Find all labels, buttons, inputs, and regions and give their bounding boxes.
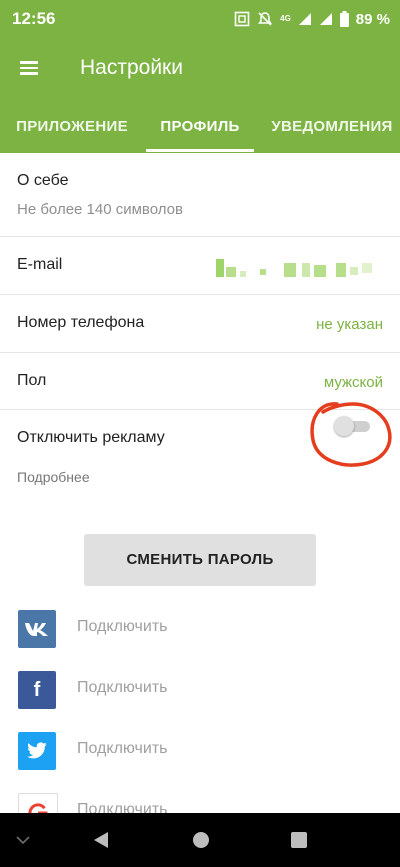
email-row[interactable]: E-mail	[0, 236, 400, 295]
email-label: E-mail	[17, 256, 63, 273]
system-navigation-bar	[0, 813, 400, 867]
status-time: 12:56	[12, 9, 56, 28]
vk-icon	[18, 610, 56, 648]
facebook-icon: f	[18, 671, 56, 709]
email-value-redacted	[216, 259, 376, 277]
profile-settings: О себе Не более 140 символов E-mail Номе…	[0, 153, 400, 813]
annotation-circle	[310, 402, 392, 467]
phone-row[interactable]: Номер телефона не указан	[0, 294, 400, 353]
twitter-icon	[18, 732, 56, 770]
back-icon[interactable]	[86, 813, 116, 867]
gender-label: Пол	[17, 372, 47, 389]
social-google-row[interactable]: Подключить	[0, 789, 400, 813]
network-type: 4G	[280, 14, 291, 23]
more-info-link[interactable]: Подробнее	[17, 469, 90, 485]
signal-icon-1	[298, 12, 312, 26]
disable-ads-label: Отключить рекламу	[17, 429, 165, 446]
vk-connect-label: Подключить	[77, 618, 168, 635]
google-connect-label: Подключить	[77, 801, 168, 813]
home-icon[interactable]	[186, 813, 216, 867]
phone-label: Номер телефона	[17, 314, 145, 331]
screenshot-icon	[234, 11, 250, 27]
social-facebook-row[interactable]: f Подключить	[0, 667, 400, 713]
gender-value: мужской	[323, 374, 383, 391]
about-label: О себе	[17, 172, 69, 189]
status-icons: 4G 89 %	[234, 10, 390, 28]
google-icon	[18, 793, 58, 813]
active-tab-indicator	[146, 149, 254, 152]
battery-percent: 89 %	[355, 10, 390, 28]
tab-profile[interactable]: ПРОФИЛЬ	[146, 100, 254, 153]
hamburger-menu-icon[interactable]	[20, 58, 44, 80]
social-vk-row[interactable]: Подключить	[0, 606, 400, 652]
signal-icon-2	[319, 12, 333, 26]
about-placeholder: Не более 140 символов	[17, 201, 183, 218]
app-title: Настройки	[80, 56, 183, 79]
app-bar: Настройки	[0, 38, 400, 100]
tab-notifications[interactable]: УВЕДОМЛЕНИЯ	[264, 100, 400, 153]
phone-value: не указан	[316, 316, 383, 333]
battery-icon	[339, 11, 349, 27]
notifications-off-icon	[257, 11, 273, 27]
network-4g-icon: 4G	[280, 15, 291, 23]
twitter-connect-label: Подключить	[77, 740, 168, 757]
facebook-connect-label: Подключить	[77, 679, 168, 696]
social-twitter-row[interactable]: Подключить	[0, 728, 400, 774]
change-password-button[interactable]: СМЕНИТЬ ПАРОЛЬ	[84, 534, 316, 586]
status-bar: 12:56 4G 89 %	[0, 0, 400, 38]
tab-application[interactable]: ПРИЛОЖЕНИЕ	[0, 100, 144, 153]
recent-apps-icon[interactable]	[284, 813, 314, 867]
chevron-down-icon[interactable]	[8, 813, 38, 867]
about-row[interactable]: О себе Не более 140 символов	[0, 153, 400, 237]
tab-bar: ПРИЛОЖЕНИЕ ПРОФИЛЬ УВЕДОМЛЕНИЯ	[0, 100, 400, 153]
